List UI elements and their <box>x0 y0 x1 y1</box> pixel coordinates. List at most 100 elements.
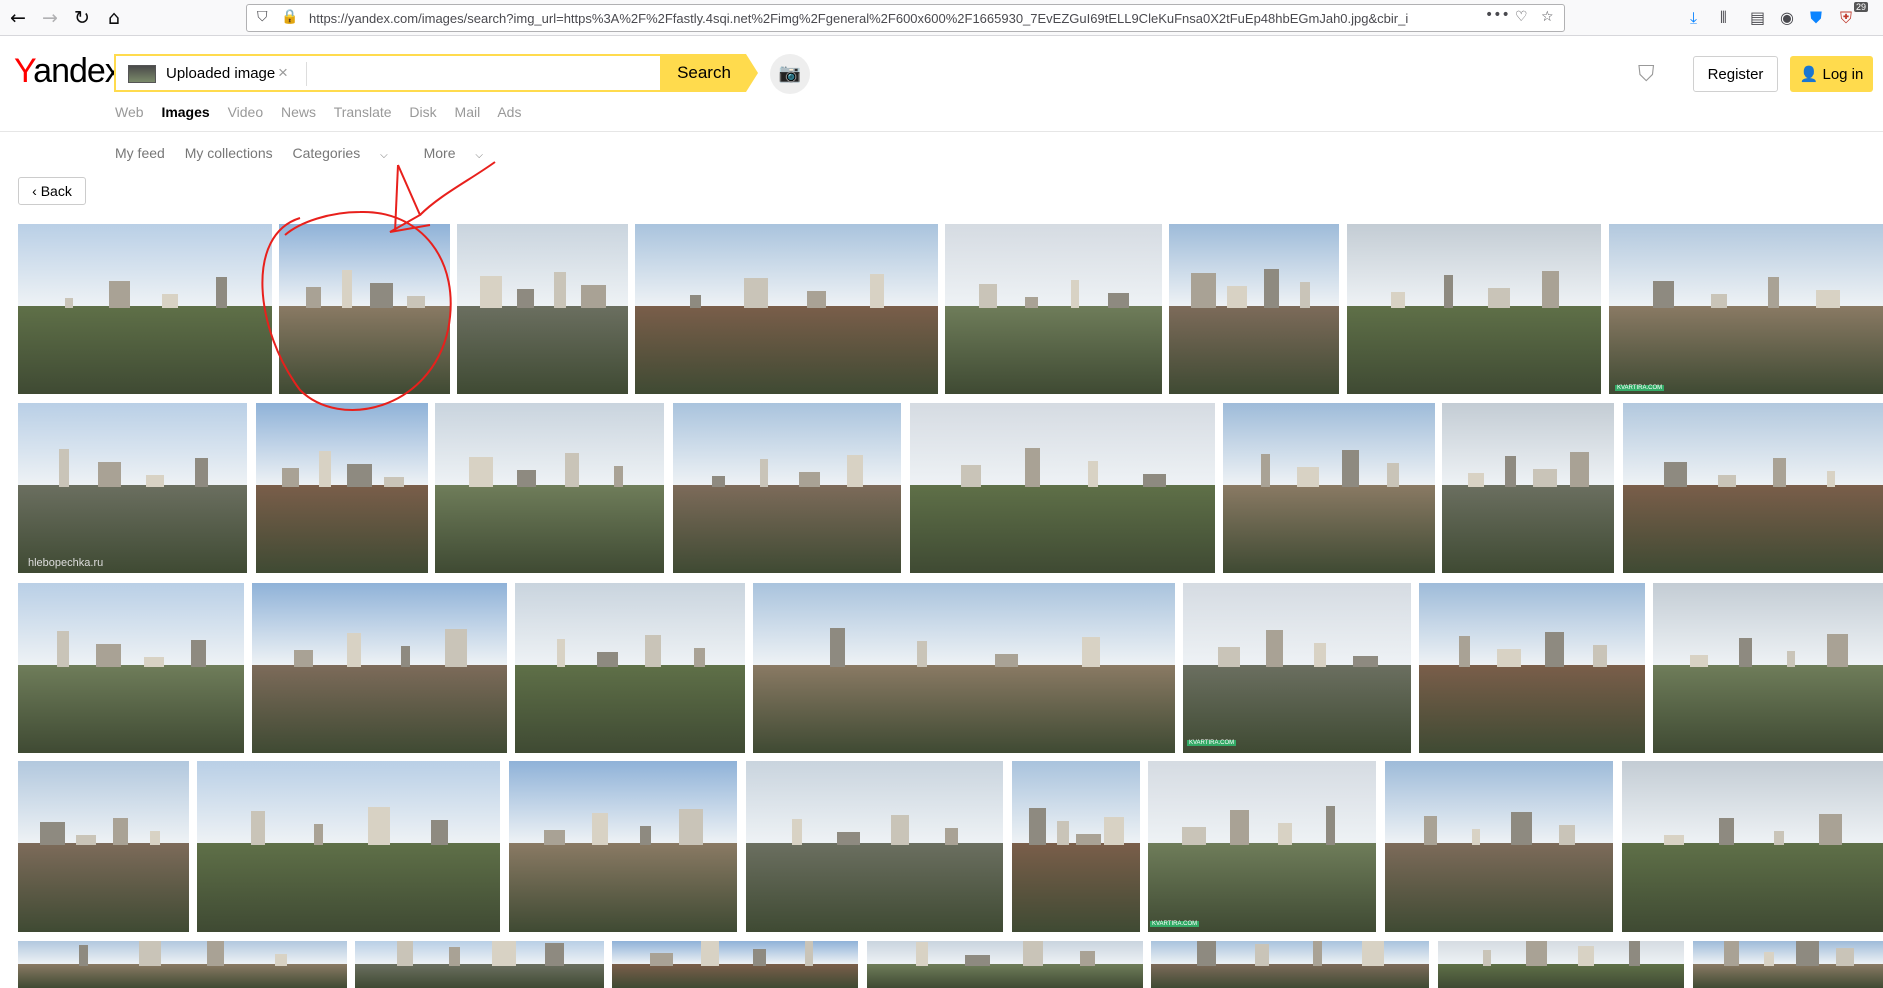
service-ads[interactable]: Ads <box>497 104 521 120</box>
image-building <box>1768 276 1779 308</box>
result-image[interactable] <box>1347 224 1601 394</box>
result-image[interactable] <box>1622 761 1883 932</box>
result-image[interactable] <box>256 403 428 573</box>
result-image[interactable] <box>515 583 745 753</box>
result-image[interactable] <box>18 583 244 753</box>
result-image[interactable] <box>18 761 189 932</box>
image-building <box>1773 457 1786 487</box>
reload-icon[interactable]: ↻ <box>70 6 94 30</box>
back-arrow-icon[interactable]: ← <box>6 6 30 30</box>
result-image[interactable] <box>1385 761 1613 932</box>
image-cityscape <box>1419 664 1645 753</box>
result-image[interactable] <box>1223 403 1435 573</box>
back-button[interactable]: ‹ Back <box>18 177 86 205</box>
download-icon[interactable]: ⤓ <box>1690 8 1697 28</box>
my-feed-link[interactable]: My feed <box>115 145 165 161</box>
result-image[interactable] <box>753 583 1175 753</box>
image-building <box>1488 287 1510 308</box>
lock-icon[interactable]: 🔒 <box>281 9 298 25</box>
pocket-icon[interactable]: ♡ <box>1515 9 1528 25</box>
image-building <box>640 826 651 846</box>
result-image[interactable] <box>910 403 1215 573</box>
service-images[interactable]: Images <box>161 104 209 120</box>
forward-arrow-icon[interactable]: → <box>38 6 62 30</box>
ublock-icon[interactable]: ⛨ <box>1840 8 1852 28</box>
search-button[interactable]: Search <box>662 54 746 92</box>
service-disk[interactable]: Disk <box>409 104 436 120</box>
result-image[interactable] <box>1693 941 1883 988</box>
image-building <box>650 952 673 966</box>
clear-image-icon[interactable]: × <box>278 63 288 83</box>
image-sky <box>355 941 604 964</box>
result-image[interactable] <box>252 583 507 753</box>
result-image[interactable] <box>355 941 604 988</box>
result-image[interactable] <box>1012 761 1140 932</box>
extension-shield-icon[interactable]: ⛊ <box>1810 8 1822 28</box>
result-image[interactable] <box>1151 941 1429 988</box>
account-icon[interactable]: ◉ <box>1780 8 1794 27</box>
bookmark-star-icon[interactable]: ☆ <box>1541 9 1554 25</box>
url-text[interactable]: https://yandex.com/images/search?img_url… <box>309 11 1489 26</box>
shield-info-icon[interactable]: ⛉ <box>257 9 268 25</box>
my-collections-link[interactable]: My collections <box>185 145 273 161</box>
result-image[interactable] <box>746 761 1003 932</box>
image-sky <box>18 941 347 964</box>
protect-shield-icon[interactable]: ⛉ <box>1638 62 1655 87</box>
result-image[interactable] <box>1148 761 1376 932</box>
result-image[interactable] <box>1609 224 1883 394</box>
login-button[interactable]: 👤 Log in <box>1790 56 1873 92</box>
yandex-logo[interactable]: Yandex <box>14 52 122 91</box>
result-image[interactable] <box>1183 583 1411 753</box>
result-image[interactable] <box>18 941 347 988</box>
result-image[interactable] <box>945 224 1162 394</box>
chevron-down-icon: ⌵ <box>475 150 483 161</box>
more-dropdown[interactable]: More ⌵ <box>424 145 499 161</box>
result-image[interactable] <box>1169 224 1339 394</box>
library-icon[interactable]: ⫴ <box>1720 8 1727 28</box>
result-image[interactable] <box>1623 403 1883 573</box>
image-building <box>592 813 608 846</box>
result-image[interactable] <box>435 403 664 573</box>
result-image[interactable] <box>457 224 628 394</box>
result-image[interactable] <box>18 224 272 394</box>
image-building <box>370 282 393 308</box>
result-image[interactable] <box>1419 583 1645 753</box>
image-building <box>1088 460 1098 487</box>
result-image[interactable] <box>1438 941 1684 988</box>
sidebar-icon[interactable]: ▤ <box>1750 8 1765 27</box>
service-news[interactable]: News <box>281 104 316 120</box>
image-building <box>1218 646 1240 667</box>
result-image[interactable] <box>279 224 450 394</box>
categories-dropdown[interactable]: Categories ⌵ <box>293 145 404 161</box>
image-sky <box>1438 941 1684 964</box>
image-building <box>1836 947 1854 966</box>
result-image[interactable] <box>1653 583 1883 753</box>
result-image[interactable] <box>18 403 247 573</box>
image-building <box>891 815 909 846</box>
service-mail[interactable]: Mail <box>455 104 481 120</box>
service-translate[interactable]: Translate <box>334 104 392 120</box>
register-button[interactable]: Register <box>1693 56 1778 92</box>
image-building <box>342 269 352 308</box>
image-sky <box>1347 224 1601 306</box>
search-box[interactable]: Uploaded image × <box>114 54 662 92</box>
image-building <box>384 476 404 487</box>
result-image[interactable] <box>509 761 737 932</box>
result-image[interactable] <box>635 224 938 394</box>
image-cityscape <box>252 664 507 753</box>
result-image[interactable] <box>867 941 1143 988</box>
service-web[interactable]: Web <box>115 104 144 120</box>
result-image[interactable] <box>673 403 901 573</box>
result-image[interactable] <box>197 761 500 932</box>
home-icon[interactable]: ⌂ <box>102 6 126 30</box>
url-bar[interactable]: ⛉ 🔒 https://yandex.com/images/search?img… <box>246 4 1565 32</box>
service-video[interactable]: Video <box>228 104 264 120</box>
result-image[interactable] <box>1442 403 1614 573</box>
image-building <box>1313 941 1322 966</box>
image-building <box>517 469 536 487</box>
result-image[interactable] <box>612 941 858 988</box>
page-actions-icon[interactable]: ••• <box>1485 7 1510 23</box>
image-building <box>40 822 65 846</box>
camera-icon[interactable]: 📷 <box>770 54 810 94</box>
image-building <box>1230 810 1249 846</box>
